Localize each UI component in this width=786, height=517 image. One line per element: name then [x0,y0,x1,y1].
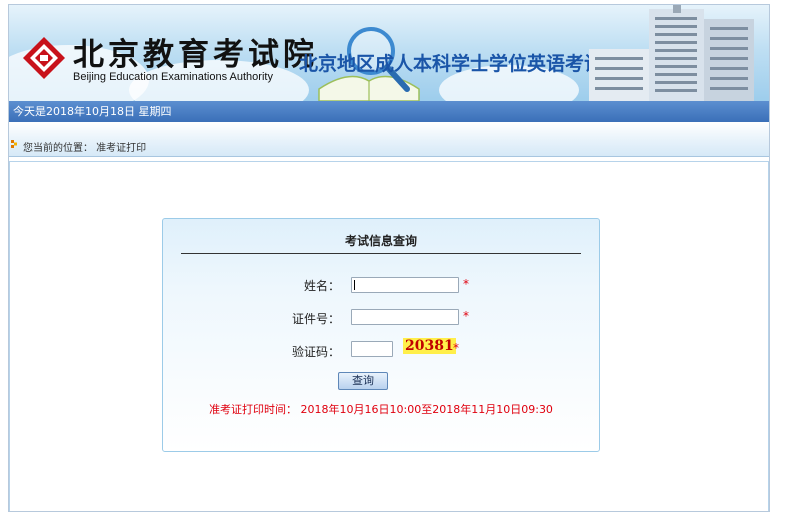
query-panel: 考试信息查询 姓名： * 证件号： * 验证码： 20381 * 查询 准考证打… [162,218,600,452]
beea-logo-icon [23,37,65,79]
captcha-input[interactable] [351,341,393,357]
id-number-input[interactable] [351,309,459,325]
id-number-label: 证件号： [291,312,340,326]
breadcrumb: 您当前的位置： 准考证打印 [9,122,769,157]
captcha-required-mark: * [453,341,459,355]
text-caret [354,280,355,290]
print-time-note: 准考证打印时间： 2018年10月16日10:00至2018年11月10日09:… [209,403,553,416]
name-required-mark: * [463,277,469,291]
header-banner: 北京教育考试院 Beijing Education Examinations A… [9,5,769,101]
building-graphic-icon [589,5,754,101]
name-label: 姓名： [303,279,340,293]
captcha-label: 验证码： [291,345,340,359]
panel-title: 考试信息查询 [344,234,417,248]
name-input[interactable] [351,277,459,293]
breadcrumb-bullet-icon [11,140,17,148]
breadcrumb-text: 您当前的位置： 准考证打印 [23,143,147,154]
logo-english-name: Beijing Education Examinations Authority [73,71,273,83]
panel-divider [181,253,581,254]
id-number-required-mark: * [463,309,469,323]
logo-chinese-name: 北京教育考试院 [73,37,318,73]
captcha-image[interactable]: 20381 [403,338,456,354]
query-button[interactable]: 查询 [338,372,388,390]
date-bar: 今天是2018年10月18日 星期四 [9,101,769,122]
